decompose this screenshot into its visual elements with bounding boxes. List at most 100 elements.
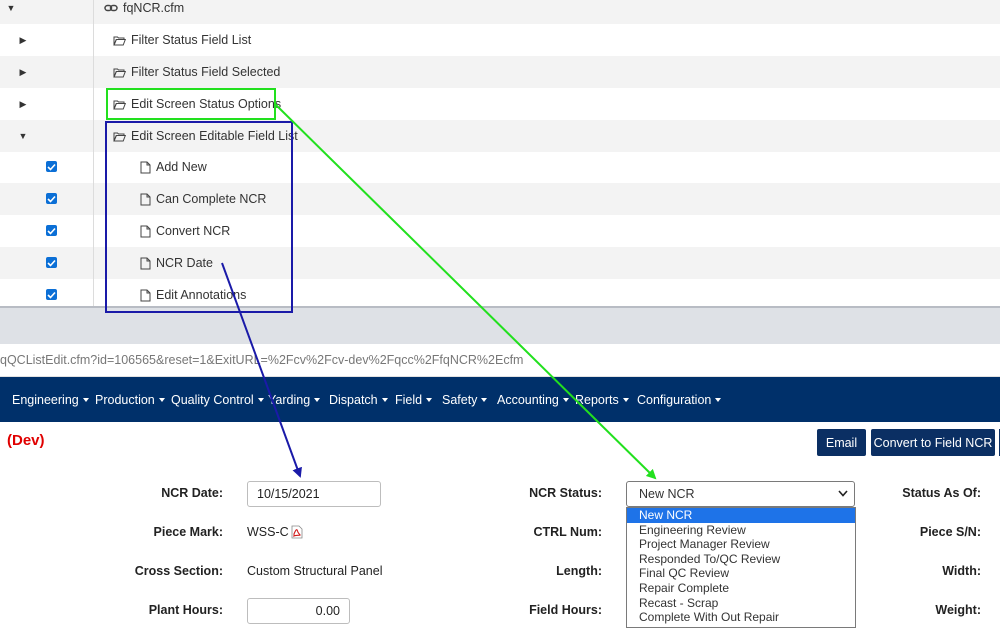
caret-down-icon (257, 397, 264, 402)
expand-toggle-icon[interactable]: ▶ (16, 56, 30, 88)
plant-hours-input[interactable]: 0.00 (247, 598, 350, 624)
file-icon (140, 193, 151, 205)
tree-node-label: Edit Screen Editable Field List (131, 129, 298, 143)
checkmark-icon (47, 195, 56, 203)
tree-node-folder[interactable]: Edit Screen Status Options (113, 88, 281, 120)
tree-row-folder: ▶ Filter Status Field Selected (0, 56, 1000, 88)
nav-reports[interactable]: Reports (575, 377, 629, 422)
address-bar[interactable]: qQCListEdit.cfm?id=106565&reset=1&ExitUR… (0, 344, 1000, 377)
convert-to-field-ncr-button[interactable]: Convert to Field NCR (871, 429, 995, 456)
piece-mark-label: Piece Mark: (153, 525, 223, 539)
chevron-down-icon (838, 490, 848, 497)
email-button[interactable]: Email (817, 429, 866, 456)
ncr-status-option[interactable]: Repair Complete (627, 581, 855, 596)
checkmark-icon (47, 259, 56, 267)
tree-node-label: Add New (156, 160, 207, 174)
tree-node-file[interactable]: Convert NCR (140, 215, 230, 247)
tree-node-folder[interactable]: Filter Status Field List (113, 24, 251, 56)
ncr-status-dropdown: New NCR Engineering Review Project Manag… (626, 507, 856, 628)
field-hours-label: Field Hours: (529, 603, 602, 617)
file-icon (140, 161, 151, 173)
field-checkbox[interactable] (46, 257, 57, 268)
caret-down-icon (562, 397, 569, 402)
field-checkbox[interactable] (46, 225, 57, 236)
nav-safety[interactable]: Safety (442, 377, 488, 422)
field-checkbox[interactable] (46, 161, 57, 172)
caret-down-icon (158, 397, 165, 402)
tree-node-root[interactable]: fqNCR.cfm (104, 0, 184, 24)
tree-node-label: fqNCR.cfm (123, 1, 185, 15)
collapse-toggle-icon[interactable]: ▼ (16, 120, 30, 152)
width-label: Width: (942, 564, 981, 578)
tree-row-file: NCR Date (0, 247, 1000, 279)
tree-row-folder: ▶ Filter Status Field List (0, 24, 1000, 56)
nav-accounting[interactable]: Accounting (497, 377, 569, 422)
environment-label: (Dev) (7, 432, 45, 449)
collapse-toggle-icon[interactable]: ▼ (4, 0, 18, 24)
tree-row-root: ▼ fqNCR.cfm (0, 0, 1000, 24)
ncr-status-option[interactable]: Responded To/QC Review (627, 552, 855, 567)
browser-tab-strip (0, 308, 1000, 344)
cross-section-label: Cross Section: (134, 564, 223, 578)
ncr-status-option[interactable]: Project Manager Review (627, 537, 855, 552)
ncr-status-option[interactable]: Complete With Out Repair (627, 610, 855, 625)
tree-node-label: Edit Annotations (156, 288, 247, 302)
file-icon (140, 225, 151, 237)
tree-node-label: Edit Screen Status Options (131, 97, 282, 111)
pdf-icon[interactable] (291, 525, 303, 539)
status-as-of-label: Status As Of: (902, 486, 981, 500)
folder-open-icon (113, 100, 126, 109)
file-icon (140, 257, 151, 269)
tree-node-label: Filter Status Field Selected (131, 65, 281, 79)
folder-open-icon (113, 36, 126, 45)
main-nav: Engineering Production Quality Control Y… (0, 377, 1000, 422)
tree-row-folder: ▶ Edit Screen Status Options (0, 88, 1000, 120)
tree-row-file: Add New (0, 151, 1000, 183)
tree-row-file: Can Complete NCR (0, 183, 1000, 215)
ncr-status-option[interactable]: Recast - Scrap (627, 596, 855, 611)
caret-down-icon (381, 397, 388, 402)
weight-label: Weight: (935, 603, 981, 617)
ncr-status-option[interactable]: Engineering Review (627, 523, 855, 538)
tree-node-file[interactable]: Can Complete NCR (140, 183, 266, 215)
field-checkbox[interactable] (46, 193, 57, 204)
plant-hours-label: Plant Hours: (148, 603, 223, 617)
tree-row-folder: ▼ Edit Screen Editable Field List (0, 120, 1000, 152)
caret-down-icon (314, 397, 321, 402)
ncr-date-input[interactable]: 10/15/2021 (247, 481, 381, 507)
nav-field[interactable]: Field (395, 377, 433, 422)
nav-dispatch[interactable]: Dispatch (329, 377, 388, 422)
ncr-status-option[interactable]: Final QC Review (627, 566, 855, 581)
address-url: qQCListEdit.cfm?id=106565&reset=1&ExitUR… (0, 353, 524, 367)
nav-yarding[interactable]: Yarding (268, 377, 321, 422)
field-checkbox[interactable] (46, 289, 57, 300)
piece-sn-label: Piece S/N: (919, 525, 981, 539)
tree-node-label: Filter Status Field List (131, 33, 252, 47)
file-icon (140, 289, 151, 301)
checkmark-icon (47, 227, 56, 235)
ncr-date-label: NCR Date: (161, 486, 223, 500)
tree-node-label: Convert NCR (156, 224, 231, 238)
tree-node-file[interactable]: Add New (140, 151, 207, 183)
folder-open-icon (113, 68, 126, 77)
nav-configuration[interactable]: Configuration (637, 377, 722, 422)
nav-quality-control[interactable]: Quality Control (171, 377, 264, 422)
expand-toggle-icon[interactable]: ▶ (16, 88, 30, 120)
tree-node-folder[interactable]: Filter Status Field Selected (113, 56, 280, 88)
nav-engineering[interactable]: Engineering (12, 377, 89, 422)
caret-down-icon (82, 397, 89, 402)
piece-mark-value: WSS-C (247, 525, 303, 539)
tree-node-file[interactable]: NCR Date (140, 247, 213, 279)
tree-node-label: NCR Date (156, 256, 213, 270)
nav-production[interactable]: Production (95, 377, 165, 422)
cross-section-value: Custom Structural Panel (247, 564, 383, 578)
expand-toggle-icon[interactable]: ▶ (16, 24, 30, 56)
ncr-status-select[interactable]: New NCR (626, 481, 855, 507)
link-icon (104, 4, 118, 12)
caret-down-icon (481, 397, 488, 402)
tree-node-folder[interactable]: Edit Screen Editable Field List (113, 120, 298, 152)
tree-node-label: Can Complete NCR (156, 192, 267, 206)
ncr-status-option[interactable]: New NCR (627, 508, 855, 523)
checkmark-icon (47, 163, 56, 171)
screenshot-root: ▼ fqNCR.cfm ▶ Filter Status Field List ▶… (0, 0, 1000, 637)
